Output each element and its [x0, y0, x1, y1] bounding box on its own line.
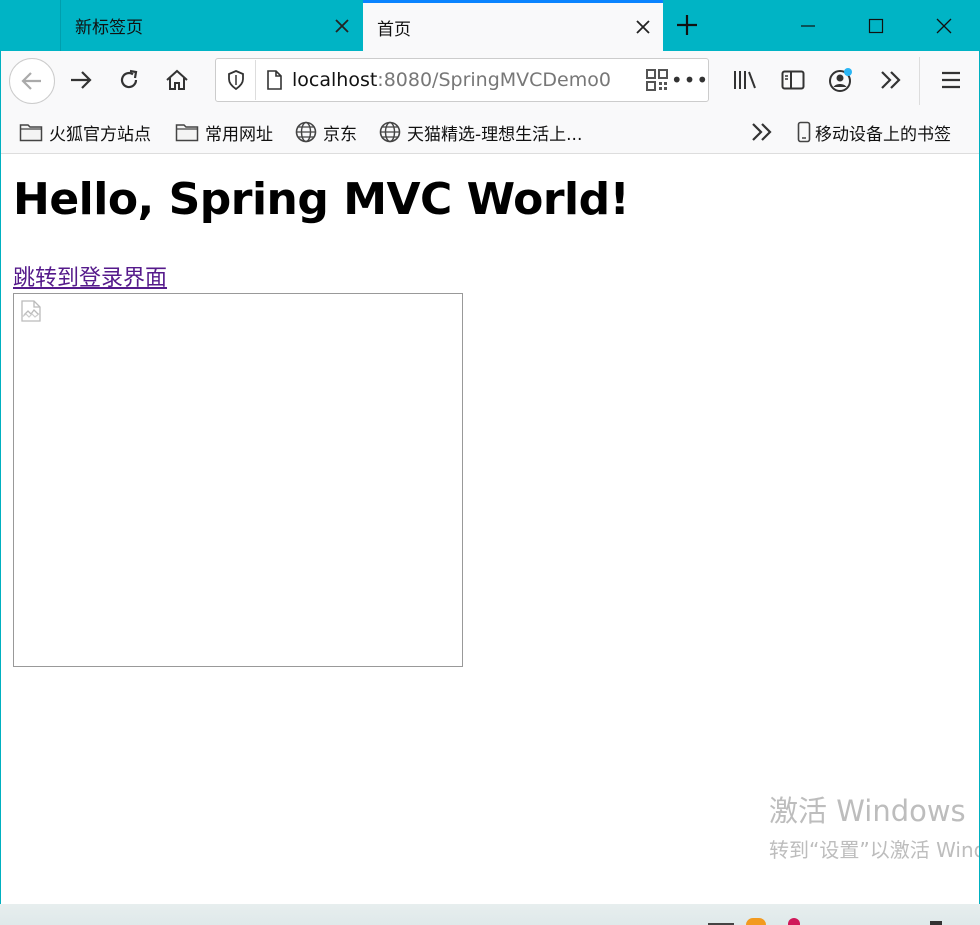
tab-new-tab[interactable]: 新标签页: [60, 0, 362, 51]
shield-icon[interactable]: [216, 60, 256, 100]
reload-icon: [120, 69, 138, 89]
toolbar-separator: [919, 57, 920, 105]
library-icon: [734, 71, 756, 89]
new-tab-button[interactable]: [665, 5, 709, 45]
page-icon[interactable]: [256, 60, 292, 100]
sidebar-button[interactable]: [773, 60, 813, 100]
bookmark-item[interactable]: 天猫精选-理想生活上...: [379, 116, 582, 148]
taskbar-app-icon[interactable]: [930, 921, 942, 925]
bookmark-item[interactable]: 京东: [295, 116, 357, 148]
broken-image: [13, 293, 463, 667]
account-button[interactable]: [821, 60, 861, 100]
bookmark-item[interactable]: 火狐官方站点: [19, 116, 151, 148]
windows-activation-watermark: 激活 Windows 转到“设置”以激活 Windows。: [769, 788, 979, 863]
url-text[interactable]: localhost:8080/SpringMVCDemo0: [292, 69, 642, 91]
mobile-device-icon: [797, 121, 811, 143]
sidebar-icon: [781, 70, 805, 90]
navigation-toolbar: localhost:8080/SpringMVCDemo0 •••: [1, 51, 979, 109]
bookmark-label: 移动设备上的书签: [815, 124, 951, 145]
bookmarks-toolbar: 火狐官方站点 常用网址 京东 天猫精选-理想生活上... 移动设备上的书签: [1, 109, 979, 154]
login-page-link[interactable]: 跳转到登录界面: [13, 260, 167, 292]
maximize-button[interactable]: [842, 0, 910, 51]
minimize-icon: [801, 24, 815, 27]
library-button[interactable]: [725, 60, 765, 100]
activation-title: 激活 Windows: [769, 794, 966, 828]
app-menu-button[interactable]: [931, 60, 971, 100]
broken-image-icon: [21, 300, 41, 322]
url-bar[interactable]: localhost:8080/SpringMVCDemo0 •••: [215, 58, 709, 102]
arrow-left-icon: [21, 72, 41, 90]
minimize-button[interactable]: [774, 0, 842, 51]
tab-label: 新标签页: [75, 18, 143, 38]
qr-code-icon[interactable]: [642, 60, 672, 100]
url-host: localhost: [292, 69, 378, 91]
folder-icon: [175, 124, 199, 142]
arrow-right-icon: [71, 71, 92, 89]
mobile-bookmarks-folder[interactable]: 移动设备上的书签: [797, 116, 951, 148]
bookmark-label: 京东: [323, 124, 357, 145]
home-icon: [166, 69, 188, 90]
tab-home[interactable]: 首页: [363, 0, 663, 51]
windows-taskbar: [0, 904, 980, 925]
back-button[interactable]: [9, 58, 55, 104]
close-icon[interactable]: [322, 6, 362, 46]
account-icon: [829, 68, 852, 92]
folder-icon: [19, 124, 43, 142]
bookmark-item[interactable]: 常用网址: [175, 116, 273, 148]
maximize-icon: [868, 18, 884, 33]
bookmark-label: 常用网址: [205, 124, 273, 145]
bookmark-label: 火狐官方站点: [49, 124, 151, 145]
activation-subtitle: 转到“设置”以激活 Windows。: [769, 838, 979, 862]
globe-icon: [379, 121, 401, 143]
window-close-button[interactable]: [910, 0, 978, 51]
page-heading: Hello, Spring MVC World!: [13, 174, 630, 225]
close-icon[interactable]: [623, 7, 663, 47]
taskbar-app-icon[interactable]: [788, 918, 800, 925]
globe-icon: [295, 121, 317, 143]
page-actions-more-icon[interactable]: •••: [671, 60, 708, 100]
hamburger-menu-icon: [942, 71, 960, 89]
tab-strip: 新标签页 首页: [0, 0, 980, 51]
close-icon: [936, 18, 952, 33]
home-button[interactable]: [157, 60, 197, 100]
plus-icon: [677, 15, 697, 35]
bookmarks-overflow-button[interactable]: [751, 116, 773, 148]
chevron-double-right-icon: [752, 123, 772, 141]
taskbar-app-icon[interactable]: [746, 918, 766, 925]
tab-label: 首页: [377, 19, 411, 40]
overflow-menu-button[interactable]: [871, 60, 911, 100]
url-path: :8080/SpringMVCDemo0: [377, 69, 611, 91]
chevron-double-right-icon: [881, 71, 901, 89]
reload-button[interactable]: [109, 60, 149, 100]
page-content: Hello, Spring MVC World! 跳转到登录界面 激活 Wind…: [1, 154, 979, 904]
forward-button[interactable]: [61, 60, 101, 100]
bookmark-label: 天猫精选-理想生活上...: [407, 124, 583, 145]
